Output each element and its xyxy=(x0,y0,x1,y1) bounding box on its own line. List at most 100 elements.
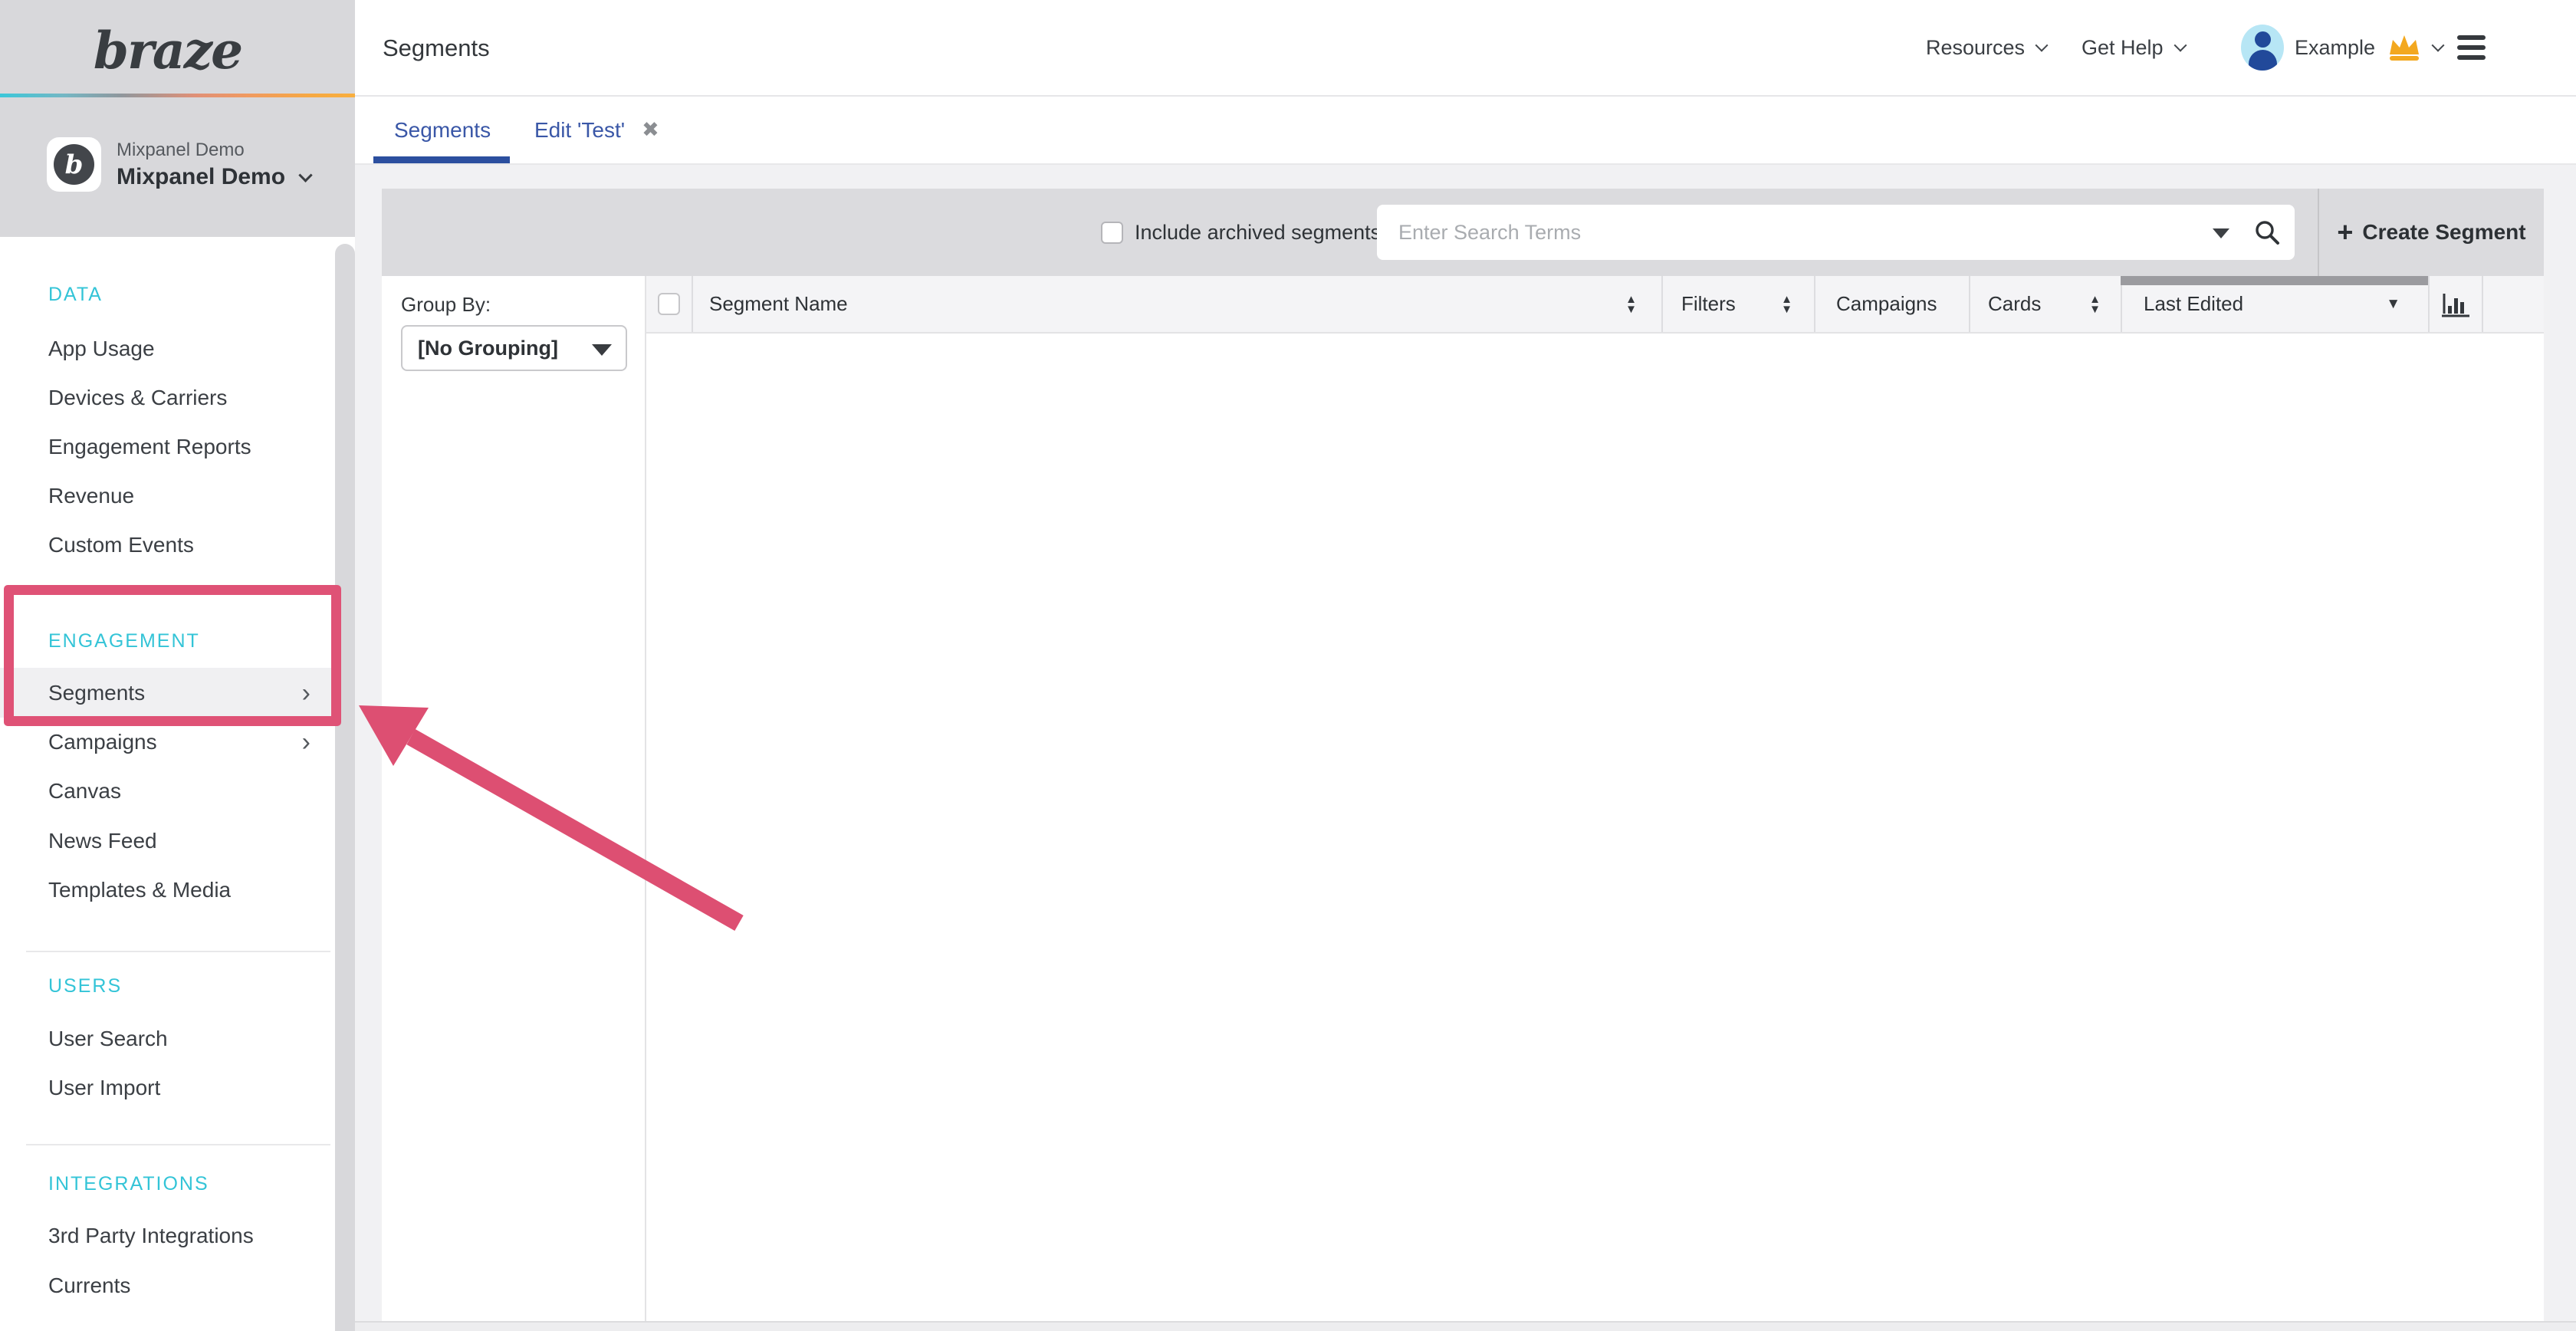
get-help-label: Get Help xyxy=(2082,36,2164,60)
sidebar-item-app-usage[interactable]: App Usage xyxy=(0,324,335,373)
sidebar-item-engagement-reports[interactable]: Engagement Reports xyxy=(0,422,335,472)
column-label: Filters xyxy=(1681,292,1736,316)
sidebar-item-campaigns[interactable]: Campaigns › xyxy=(0,718,335,767)
column-header-analytics[interactable] xyxy=(2428,276,2482,332)
sort-descending-icon[interactable]: ▼ xyxy=(2386,296,2400,313)
hamburger-bar xyxy=(2457,55,2486,60)
include-archived-checkbox[interactable] xyxy=(1101,222,1123,244)
sidebar-section-data: DATA xyxy=(48,284,103,306)
crown-icon xyxy=(2386,32,2423,63)
group-by-label: Group By: xyxy=(401,293,491,317)
avatar-person-icon xyxy=(2249,50,2277,71)
segments-table-body xyxy=(646,334,2544,1321)
workspace-header: braze b Mixpanel Demo Mixpanel Demo xyxy=(0,0,355,237)
sidebar-item-label: Revenue xyxy=(48,484,134,508)
column-header-filters[interactable]: Filters ▲ ▼ xyxy=(1661,276,1814,332)
sidebar-section-users: USERS xyxy=(48,975,122,997)
braze-logo: braze xyxy=(0,11,335,90)
braze-dashboard: { "logo": "braze", "workspace": { "avata… xyxy=(0,0,2576,1331)
tab-label: Segments xyxy=(394,118,491,143)
sidebar-item-user-import[interactable]: User Import xyxy=(0,1063,335,1112)
sidebar-section-engagement: ENGAGEMENT xyxy=(48,630,200,652)
sidebar-item-segments[interactable]: Segments › xyxy=(0,668,335,718)
workspace-name: Mixpanel Demo xyxy=(117,164,285,190)
sidebar-item-revenue[interactable]: Revenue xyxy=(0,472,335,521)
top-header: Segments Resources Get Help Example xyxy=(355,0,2576,97)
sidebar-divider xyxy=(26,951,330,952)
tab-edit-test[interactable]: Edit 'Test' ✖ xyxy=(534,97,659,163)
column-label: Last Edited xyxy=(2144,292,2243,316)
column-header-segment-name[interactable]: Segment Name ▲ ▼ xyxy=(692,276,1661,332)
close-icon[interactable]: ✖ xyxy=(642,120,659,140)
chevron-down-icon xyxy=(298,168,312,182)
hamburger-bar xyxy=(2457,45,2486,50)
sidebar: braze b Mixpanel Demo Mixpanel Demo DATA… xyxy=(0,0,355,1331)
caret-down-icon: ▼ xyxy=(1781,304,1792,314)
column-label: Segment Name xyxy=(709,292,848,316)
sidebar-item-label: User Search xyxy=(48,1027,168,1051)
workspace-selector[interactable]: Mixpanel Demo xyxy=(117,164,310,190)
column-label: Cards xyxy=(1988,292,2041,316)
avatar-person-icon xyxy=(2255,31,2271,48)
hamburger-menu-icon[interactable] xyxy=(2457,0,2486,95)
search-input[interactable] xyxy=(1377,205,2295,260)
column-header-cards[interactable]: Cards ▲ ▼ xyxy=(1969,276,2121,332)
sidebar-item-label: User Import xyxy=(48,1076,160,1100)
sidebar-item-label: App Usage xyxy=(48,337,155,361)
sidebar-item-label: Custom Events xyxy=(48,533,194,557)
sidebar-item-label: Templates & Media xyxy=(48,878,231,902)
sidebar-item-label: Devices & Carriers xyxy=(48,386,227,410)
select-all-checkbox[interactable] xyxy=(658,293,680,315)
hamburger-bar xyxy=(2457,35,2486,40)
sort-icon[interactable]: ▲ ▼ xyxy=(1781,294,1792,314)
chevron-down-icon xyxy=(2432,39,2445,52)
sidebar-item-label: 3rd Party Integrations xyxy=(48,1224,254,1248)
sidebar-item-currents[interactable]: Currents xyxy=(0,1261,335,1310)
user-menu[interactable]: Example xyxy=(2241,0,2443,95)
sidebar-item-3rd-party-integrations[interactable]: 3rd Party Integrations xyxy=(0,1211,335,1260)
sidebar-item-news-feed[interactable]: News Feed xyxy=(0,817,335,866)
spare-header-cell xyxy=(2482,276,2544,332)
tab-segments[interactable]: Segments xyxy=(394,97,491,163)
workspace-avatar-letter: b xyxy=(54,144,94,185)
sidebar-item-user-search[interactable]: User Search xyxy=(0,1014,335,1063)
chevron-down-icon xyxy=(2036,39,2049,52)
sidebar-divider xyxy=(26,1144,330,1145)
get-help-menu[interactable]: Get Help xyxy=(2082,0,2185,95)
workspace-app-name: Mixpanel Demo xyxy=(117,140,245,161)
caret-down-icon: ▼ xyxy=(2089,304,2101,314)
search-dropdown-caret-icon[interactable] xyxy=(2213,228,2229,238)
sort-icon[interactable]: ▲ ▼ xyxy=(2089,294,2101,314)
tab-label: Edit 'Test' xyxy=(534,118,625,143)
sidebar-item-templates-media[interactable]: Templates & Media xyxy=(0,866,335,915)
sidebar-item-custom-events[interactable]: Custom Events xyxy=(0,521,335,570)
create-segment-label: Create Segment xyxy=(2362,220,2525,245)
column-header-campaigns: Campaigns xyxy=(1814,276,1969,332)
sidebar-item-canvas[interactable]: Canvas xyxy=(0,767,335,816)
page-title: Segments xyxy=(383,0,490,97)
sidebar-item-label: Segments xyxy=(48,681,145,705)
column-header-last-edited[interactable]: Last Edited ▼ xyxy=(2121,276,2428,332)
sort-icon[interactable]: ▲ ▼ xyxy=(1625,294,1637,314)
bar-chart-icon xyxy=(2440,291,2471,318)
sidebar-item-label: Engagement Reports xyxy=(48,435,251,459)
horizontal-scrollbar[interactable] xyxy=(355,1321,2576,1331)
resources-menu[interactable]: Resources xyxy=(1926,0,2046,95)
sidebar-item-label: News Feed xyxy=(48,829,157,853)
sidebar-section-integrations: INTEGRATIONS xyxy=(48,1173,209,1195)
active-tab-indicator xyxy=(373,156,510,163)
sidebar-item-label: Campaigns xyxy=(48,730,157,754)
plus-icon: + xyxy=(2337,219,2353,246)
caret-down-icon: ▼ xyxy=(1625,304,1637,314)
sidebar-item-label: Canvas xyxy=(48,779,121,804)
create-segment-button[interactable]: + Create Segment xyxy=(2319,189,2544,276)
sidebar-item-devices-carriers[interactable]: Devices & Carriers xyxy=(0,373,335,422)
segments-table-header: Segment Name ▲ ▼ Filters ▲ ▼ Campaigns C… xyxy=(646,276,2544,334)
sidebar-scrollbar[interactable] xyxy=(335,244,355,1331)
column-label: Campaigns xyxy=(1836,292,1937,316)
group-by-dropdown[interactable]: [No Grouping] xyxy=(401,325,627,371)
user-avatar xyxy=(2241,25,2284,71)
search-icon[interactable] xyxy=(2252,218,2282,247)
group-by-value: [No Grouping] xyxy=(402,337,558,360)
search-box xyxy=(1377,205,2295,260)
